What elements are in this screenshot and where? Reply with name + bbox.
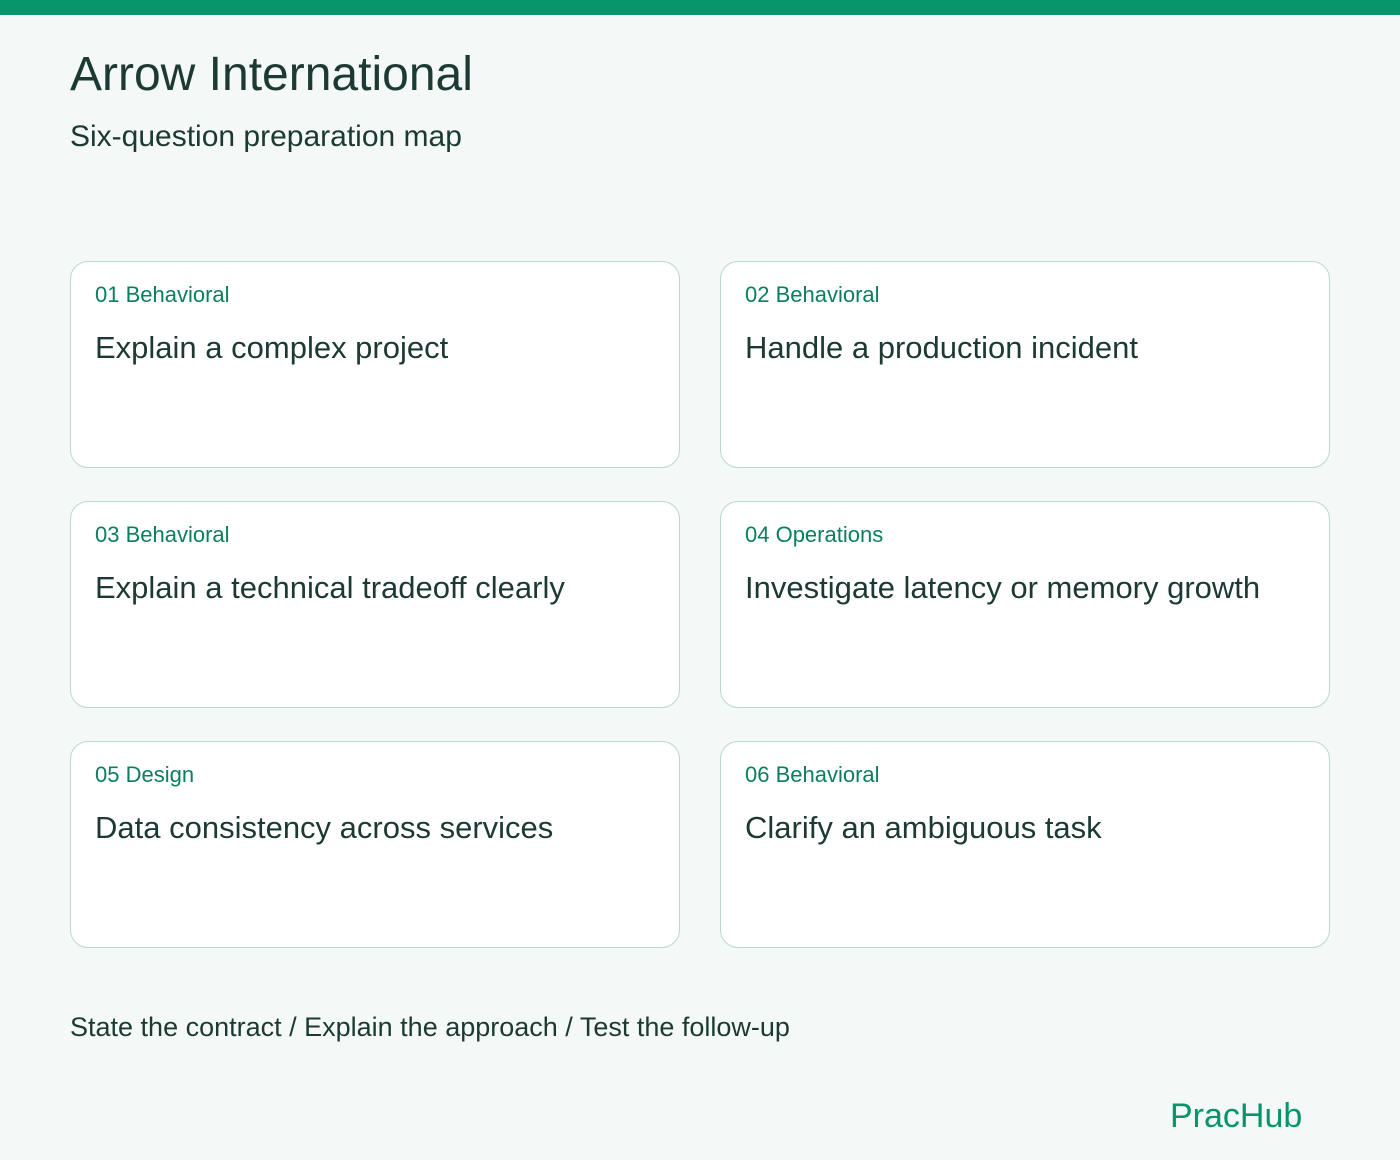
page-subtitle: Six-question preparation map — [70, 120, 462, 153]
card-category-label: 02 Behavioral — [745, 282, 880, 307]
question-card-04[interactable]: 04 Operations Investigate latency or mem… — [720, 501, 1330, 708]
card-question-title: Explain a complex project — [95, 330, 449, 365]
brand-logo-text: PracHub — [1170, 1097, 1303, 1135]
top-accent-bar — [0, 0, 1400, 15]
card-question-title: Investigate latency or memory growth — [745, 570, 1261, 605]
card-category-label: 01 Behavioral — [95, 282, 230, 307]
question-card-02[interactable]: 02 Behavioral Handle a production incide… — [720, 261, 1330, 468]
question-card-06[interactable]: 06 Behavioral Clarify an ambiguous task — [720, 741, 1330, 948]
question-card-03[interactable]: 03 Behavioral Explain a technical tradeo… — [70, 501, 680, 708]
card-question-title: Data consistency across services — [95, 810, 554, 845]
card-category-label: 04 Operations — [745, 522, 884, 547]
question-card-grid: 01 Behavioral Explain a complex project … — [70, 261, 1330, 948]
card-question-title: Handle a production incident — [745, 330, 1138, 365]
page-title: Arrow International — [70, 48, 473, 101]
question-card-01[interactable]: 01 Behavioral Explain a complex project — [70, 261, 680, 468]
card-question-title: Explain a technical tradeoff clearly — [95, 570, 565, 605]
approach-steps-text: State the contract / Explain the approac… — [70, 1012, 790, 1042]
question-card-05[interactable]: 05 Design Data consistency across servic… — [70, 741, 680, 948]
card-category-label: 06 Behavioral — [745, 762, 880, 787]
card-question-title: Clarify an ambiguous task — [745, 810, 1102, 845]
card-category-label: 03 Behavioral — [95, 522, 230, 547]
card-category-label: 05 Design — [95, 762, 195, 787]
